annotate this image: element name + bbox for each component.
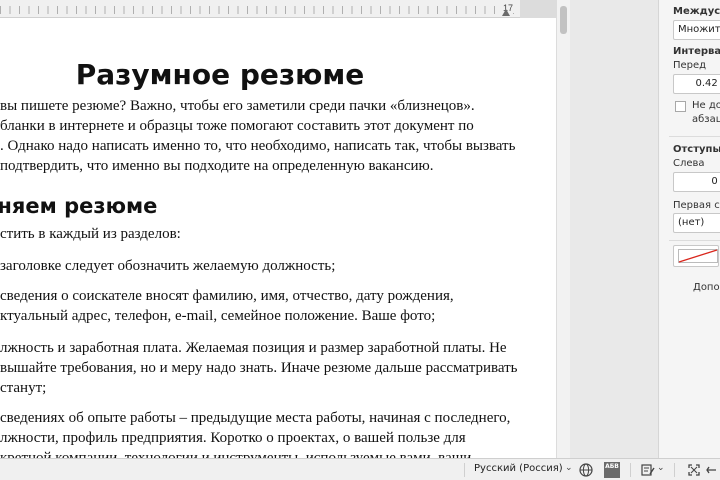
fit-page-icon[interactable]: [686, 462, 702, 478]
horizontal-ruler[interactable]: 17: [0, 0, 556, 18]
spacing-before-label: Перед: [673, 60, 707, 71]
paragraph-line: бланки в интернете и образцы тоже помога…: [0, 118, 474, 134]
ruler-ticks: [0, 6, 540, 14]
scrollbar-thumb[interactable]: [560, 6, 567, 34]
status-bar: Русский (Россия) ⌄ АБВ ⌄: [0, 458, 720, 480]
list-item-line: сведения о соискателе вносят фамилию, им…: [0, 288, 454, 304]
first-line-label: Первая строка: [673, 200, 720, 211]
list-item-line: лжности, профиль предприятия. Коротко о …: [0, 430, 466, 446]
paragraph-line: стить в каждый из разделов:: [0, 226, 181, 242]
list-item-line: кретной компании, технологии и инструмен…: [0, 450, 472, 458]
spacing-before-input[interactable]: 0.42 см: [673, 74, 720, 94]
status-separator: [674, 463, 675, 477]
list-item-line: сведениях об опыте работы – предыдущие м…: [0, 410, 511, 426]
first-line-select[interactable]: (нет): [673, 213, 720, 233]
globe-icon[interactable]: [578, 462, 594, 478]
indents-label: Отступы: [673, 144, 720, 155]
indent-left-input[interactable]: 0 см: [673, 172, 720, 192]
background-color-picker[interactable]: [673, 245, 719, 267]
vertical-scrollbar[interactable]: [556, 0, 570, 458]
document-page[interactable]: Разумное резюме вы пишете резюме? Важно,…: [0, 18, 556, 458]
ruler-margin-shade: [520, 0, 556, 18]
section-divider: [669, 136, 720, 137]
status-separator: [464, 463, 465, 477]
fit-width-icon[interactable]: [706, 462, 720, 478]
advanced-settings-link[interactable]: Дополнительно: [693, 282, 720, 293]
paragraph-line: . Однако надо написать именно то, что не…: [0, 138, 516, 154]
indent-left-label: Слева: [673, 158, 705, 169]
list-item-line: ктуальный адрес, телефон, e-mail, семейн…: [0, 308, 436, 324]
workspace-gap: [570, 0, 658, 458]
paragraph-line: вы пишете резюме? Важно, чтобы его замет…: [0, 98, 475, 114]
line-spacing-select[interactable]: Множитель: [673, 20, 720, 40]
document-area[interactable]: Разумное резюме вы пишете резюме? Важно,…: [0, 18, 556, 458]
list-item-line: вышайте требования, но и меру надо знать…: [0, 360, 518, 376]
no-color-icon: [678, 249, 718, 263]
language-selector[interactable]: Русский (Россия): [474, 463, 563, 474]
document-title: Разумное резюме: [75, 58, 365, 91]
chevron-down-icon[interactable]: ⌄: [565, 463, 573, 473]
no-add-spacing-label: Не добавлять: [692, 100, 720, 111]
spell-check-label: АБВ: [605, 463, 619, 470]
list-item-line: заголовке следует обозначить желаемую до…: [0, 258, 336, 274]
no-add-spacing-checkbox[interactable]: [675, 101, 686, 112]
section-heading: лняем резюме: [0, 194, 158, 218]
list-item-line: лжность и заработная плата. Желаемая поз…: [0, 340, 507, 356]
chevron-down-icon[interactable]: ⌄: [657, 463, 665, 473]
paragraph-line: подтвердить, что именно вы подходите на …: [0, 158, 434, 174]
status-separator: [630, 463, 631, 477]
spacing-label: Интервал: [673, 46, 720, 57]
no-add-spacing-label-2: абзацами: [692, 114, 720, 125]
section-divider: [669, 240, 720, 241]
spell-check-icon[interactable]: АБВ: [604, 462, 620, 478]
line-spacing-label: Междустрочный: [673, 6, 720, 17]
paragraph-settings-panel: Междустрочный Множитель Интервал Перед 0…: [658, 0, 720, 458]
list-item-line: станут;: [0, 380, 47, 396]
track-changes-icon[interactable]: [640, 462, 656, 478]
right-indent-marker[interactable]: [502, 9, 510, 16]
